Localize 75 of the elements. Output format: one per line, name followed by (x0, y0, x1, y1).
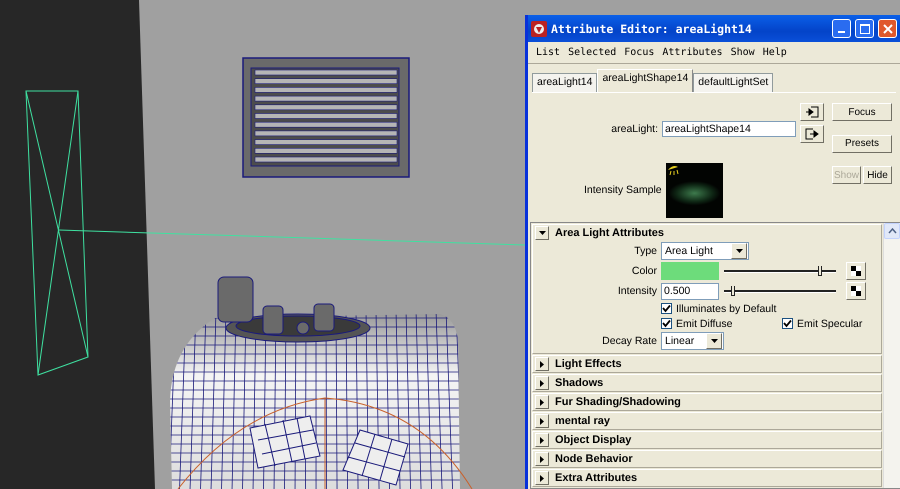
expand-button[interactable] (535, 414, 549, 428)
expand-arrow-icon (538, 436, 546, 444)
section-title[interactable]: Object Display (555, 434, 632, 446)
attribute-label: Intensity (616, 285, 657, 297)
checkbox[interactable]: Emit Specular (782, 318, 881, 330)
expand-button[interactable] (535, 376, 549, 390)
menu-item[interactable]: Attributes (658, 47, 727, 58)
checker-icon (851, 286, 861, 296)
sample-label: Intensity Sample (584, 184, 662, 196)
dropdown-arrow-icon (710, 337, 718, 345)
attribute-label: Decay Rate (601, 335, 657, 347)
maximize-icon (860, 24, 870, 34)
editor-button[interactable]: Presets (832, 134, 892, 153)
attribute-label: Color (630, 265, 657, 277)
expand-button[interactable] (535, 357, 549, 371)
checkbox[interactable]: Emit Diffuse (661, 318, 782, 330)
node-label: areaLight: (611, 123, 658, 135)
tab[interactable]: areaLight14 (532, 73, 598, 92)
tab[interactable]: defaultLightSet (693, 73, 774, 92)
section-title[interactable]: Node Behavior (555, 453, 633, 465)
dropdown[interactable]: Area Light (661, 242, 749, 260)
app-icon (531, 20, 547, 36)
menu-item[interactable]: Help (758, 47, 791, 58)
attribute-label: Type (633, 245, 657, 257)
map-texture-button[interactable] (846, 282, 866, 300)
collapse-arrow-icon (538, 228, 546, 238)
expand-arrow-icon (538, 454, 546, 464)
expand-arrow-icon (538, 398, 546, 406)
scrollbar[interactable] (883, 223, 900, 488)
intensity-field[interactable]: 0.500 (661, 282, 719, 300)
close-button[interactable] (878, 19, 897, 38)
expand-button[interactable] (535, 433, 549, 447)
maximize-button[interactable] (855, 19, 874, 38)
slider-thumb[interactable] (818, 266, 822, 276)
expand-button[interactable] (535, 226, 549, 240)
section-title[interactable]: mental ray (555, 415, 610, 427)
light-icon (666, 164, 679, 176)
load-node-button[interactable] (800, 103, 824, 121)
expand-arrow-icon (538, 378, 546, 388)
color-swatch[interactable] (661, 262, 719, 280)
checker-icon (851, 266, 861, 276)
section-title[interactable]: Light Effects (555, 358, 622, 370)
window-title: Attribute Editor: areaLight14 (551, 22, 753, 36)
section-title[interactable]: Shadows (555, 377, 604, 389)
slider-thumb[interactable] (730, 286, 735, 296)
dropdown-arrow-icon (734, 247, 744, 255)
menu-item[interactable]: Selected (564, 47, 620, 58)
arrow-out-icon (805, 128, 819, 140)
section-title[interactable]: Extra Attributes (555, 472, 638, 484)
expand-button[interactable] (535, 395, 549, 409)
minimize-icon (838, 31, 845, 33)
node-name-field[interactable]: areaLightShape14 (662, 121, 796, 137)
editor-button[interactable]: Focus (832, 103, 892, 121)
checkbox[interactable]: Illuminates by Default (661, 302, 782, 314)
editor-button[interactable]: Hide (863, 166, 892, 184)
menu-item[interactable]: Focus (620, 47, 658, 58)
expand-arrow-icon (538, 360, 546, 368)
expand-arrow-icon (538, 474, 546, 482)
expand-arrow-icon (538, 416, 546, 426)
minimize-button[interactable] (832, 19, 851, 38)
menu-item[interactable]: List (532, 47, 564, 58)
arrow-in-icon (805, 106, 819, 118)
select-node-button[interactable] (800, 125, 824, 143)
menu-item[interactable]: Show (726, 47, 759, 58)
checkmark-icon (783, 319, 792, 328)
close-icon (882, 24, 892, 34)
slider[interactable] (724, 266, 836, 276)
tab[interactable]: areaLightShape14 (597, 69, 694, 92)
expand-button[interactable] (535, 452, 549, 466)
scroll-up-icon (888, 228, 896, 234)
slider[interactable] (724, 286, 836, 296)
expand-button[interactable] (535, 471, 549, 485)
section-title[interactable]: Area Light Attributes (555, 227, 664, 239)
map-texture-button[interactable] (846, 262, 866, 280)
dropdown[interactable]: Linear (661, 332, 724, 350)
